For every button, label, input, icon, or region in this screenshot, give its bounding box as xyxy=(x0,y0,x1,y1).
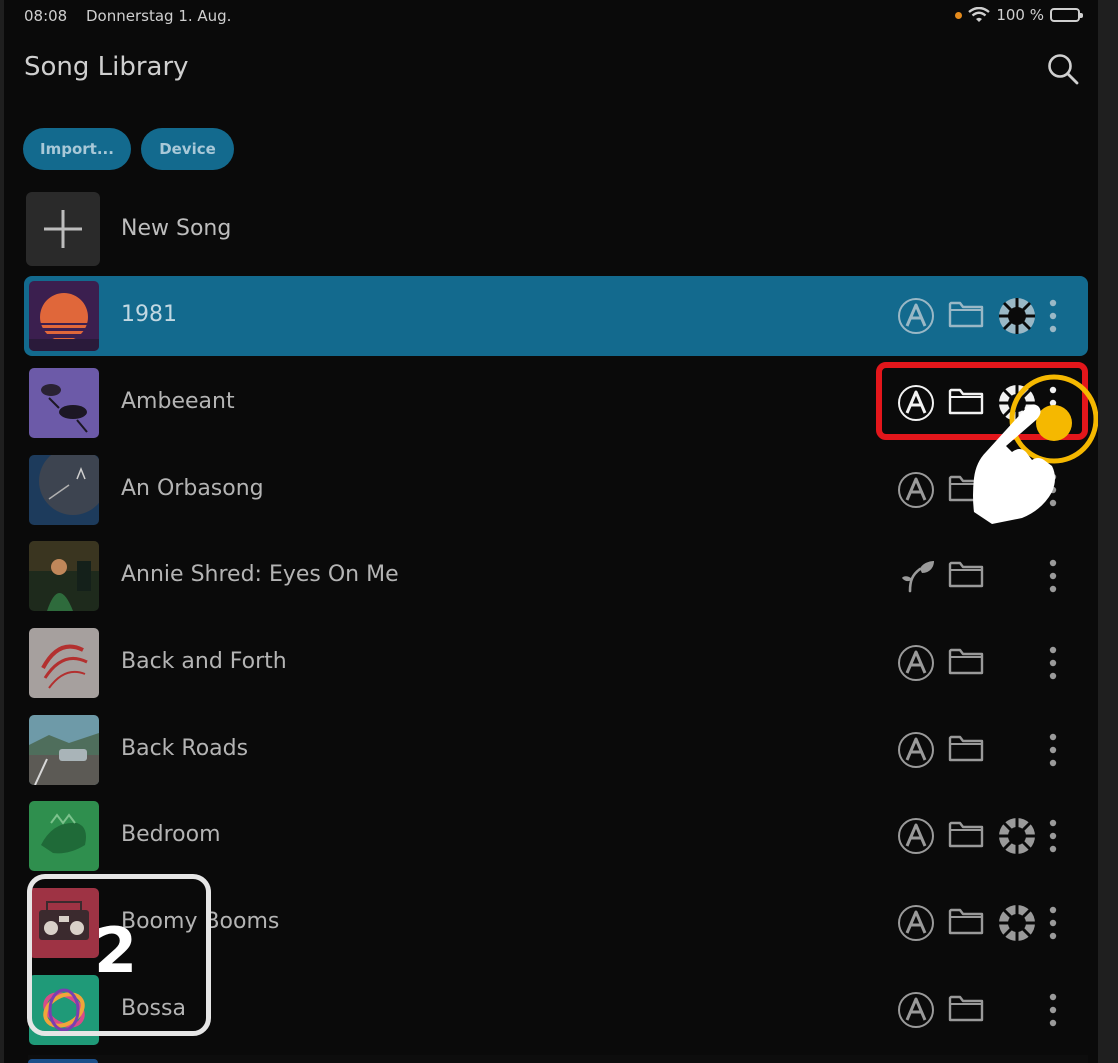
folder-icon[interactable] xyxy=(948,646,984,676)
more-icon[interactable] xyxy=(1044,904,1062,942)
song-library-screen: 08:08 Donnerstag 1. Aug. 100 % Song Libr… xyxy=(4,0,1098,1063)
battery-percent: 100 % xyxy=(996,6,1044,24)
folder-icon[interactable] xyxy=(948,993,984,1023)
song-row-annie-shred[interactable]: Annie Shred: Eyes On Me xyxy=(24,536,1088,616)
new-song-tile[interactable] xyxy=(26,192,100,266)
page-title: Song Library xyxy=(24,52,189,82)
new-song-label: New Song xyxy=(121,216,232,241)
song-title: Annie Shred: Eyes On Me xyxy=(121,562,399,587)
folder-icon[interactable] xyxy=(948,733,984,763)
song-title: Back and Forth xyxy=(121,649,287,674)
album-art xyxy=(29,541,99,611)
cloud-icon[interactable] xyxy=(998,817,1036,855)
more-icon[interactable] xyxy=(1044,557,1062,595)
status-indicators: 100 % xyxy=(955,6,1083,24)
status-bar: 08:08 Donnerstag 1. Aug. 100 % xyxy=(4,0,1098,32)
folder-icon[interactable] xyxy=(948,299,984,329)
album-art xyxy=(29,281,99,351)
album-art xyxy=(29,628,99,698)
song-title: 1981 xyxy=(121,302,177,327)
song-row-an-orbasong[interactable]: An Orbasong xyxy=(24,450,1088,530)
a-icon[interactable] xyxy=(897,904,935,942)
song-title: Bedroom xyxy=(121,822,221,847)
more-icon[interactable] xyxy=(1044,817,1062,855)
folder-icon[interactable] xyxy=(948,819,984,849)
battery-icon xyxy=(1050,8,1083,22)
a-icon[interactable] xyxy=(897,991,935,1029)
import-button[interactable]: Import... xyxy=(23,128,131,170)
song-row-1981[interactable]: 1981 xyxy=(24,276,1088,356)
album-art xyxy=(29,715,99,785)
mic-indicator-icon xyxy=(955,11,963,19)
new-song-row[interactable]: New Song xyxy=(26,192,1086,266)
more-icon[interactable] xyxy=(1044,731,1062,769)
folder-icon[interactable] xyxy=(948,906,984,936)
next-row-peek xyxy=(28,1055,1088,1063)
a-icon[interactable] xyxy=(897,297,935,335)
song-title: An Orbasong xyxy=(121,476,264,501)
a-icon[interactable] xyxy=(897,644,935,682)
song-row-back-and-forth[interactable]: Back and Forth xyxy=(24,623,1088,703)
more-icon[interactable] xyxy=(1044,297,1062,335)
album-art xyxy=(29,368,99,438)
song-row-back-roads[interactable]: Back Roads xyxy=(24,710,1088,790)
plus-icon xyxy=(44,210,82,248)
step-number: 2 xyxy=(94,914,138,987)
more-icon[interactable] xyxy=(1044,991,1062,1029)
album-art xyxy=(29,801,99,871)
song-row-bedroom[interactable]: Bedroom xyxy=(24,796,1088,876)
status-time: 08:08 xyxy=(24,7,68,25)
search-icon[interactable] xyxy=(1046,52,1080,86)
wifi-icon xyxy=(968,7,991,22)
song-title: Back Roads xyxy=(121,736,249,761)
cloud-icon[interactable] xyxy=(998,904,1036,942)
cloud-icon[interactable] xyxy=(998,297,1036,335)
album-art xyxy=(29,455,99,525)
song-title: Ambeeant xyxy=(121,389,235,414)
a-icon[interactable] xyxy=(897,731,935,769)
device-button[interactable]: Device xyxy=(141,128,234,170)
folder-icon[interactable] xyxy=(948,559,984,589)
more-icon[interactable] xyxy=(1044,644,1062,682)
a-icon[interactable] xyxy=(897,471,935,509)
status-date: Donnerstag 1. Aug. xyxy=(86,7,232,25)
leaf-icon[interactable] xyxy=(900,557,938,595)
a-icon[interactable] xyxy=(897,817,935,855)
pointing-hand-icon xyxy=(973,404,1055,524)
